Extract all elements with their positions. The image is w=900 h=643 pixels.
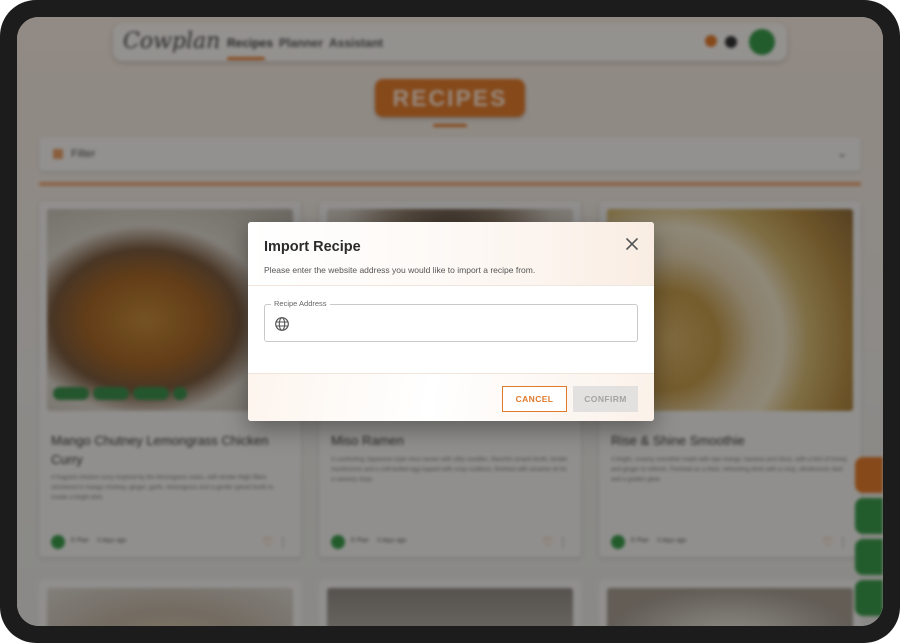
screen: Cowplan Recipes Planner Assistant RECIPE… bbox=[17, 17, 883, 626]
recipe-address-field[interactable]: Recipe Address bbox=[264, 299, 638, 342]
close-icon[interactable] bbox=[622, 234, 642, 254]
import-recipe-dialog: Import Recipe Please enter the website a… bbox=[248, 222, 654, 421]
confirm-button[interactable]: CONFIRM bbox=[573, 386, 638, 412]
recipe-address-input[interactable] bbox=[297, 313, 631, 335]
dialog-subtitle: Please enter the website address you wou… bbox=[264, 265, 536, 275]
dialog-header: Import Recipe Please enter the website a… bbox=[248, 222, 654, 286]
cancel-button[interactable]: CANCEL bbox=[502, 386, 567, 412]
field-label: Recipe Address bbox=[271, 299, 330, 308]
dialog-title: Import Recipe bbox=[264, 239, 361, 255]
dialog-footer: CANCEL CONFIRM bbox=[248, 373, 654, 421]
globe-icon bbox=[274, 316, 290, 332]
device-frame: Cowplan Recipes Planner Assistant RECIPE… bbox=[0, 0, 900, 643]
